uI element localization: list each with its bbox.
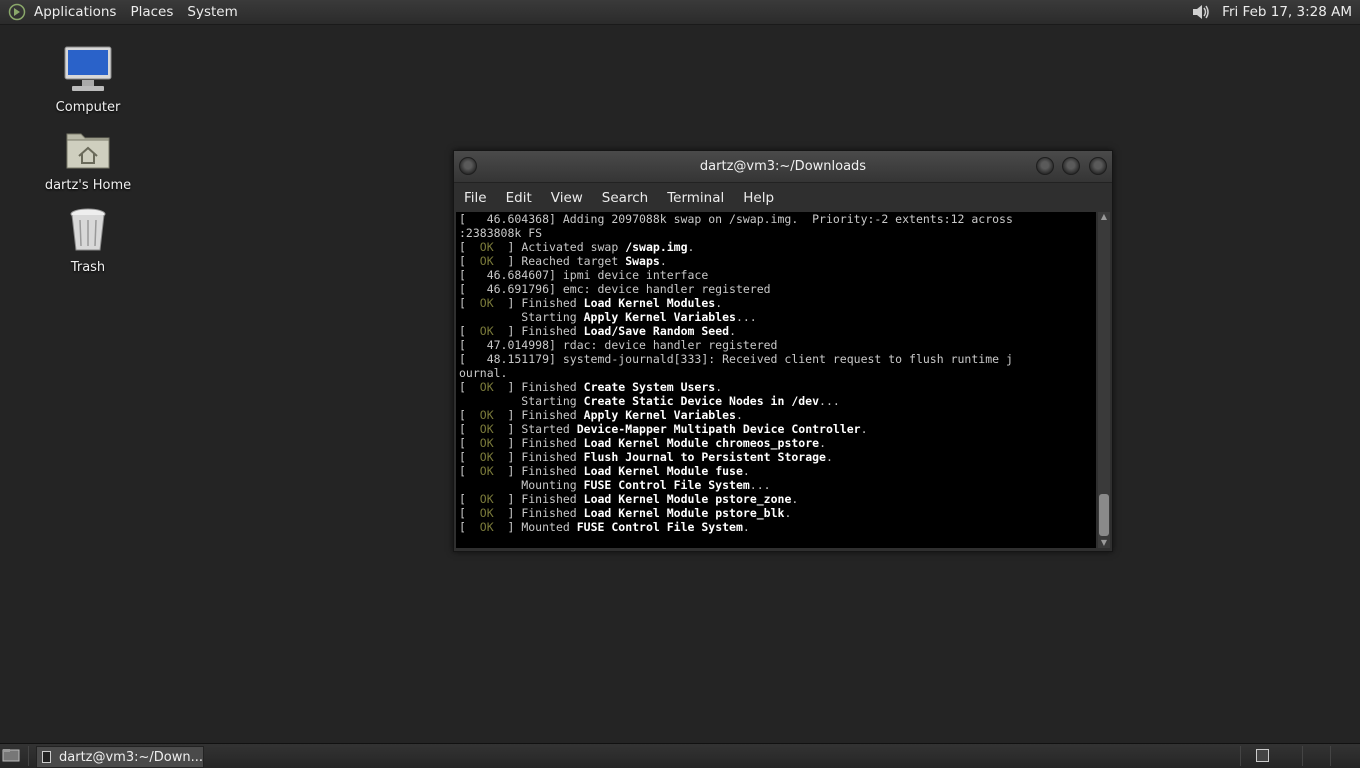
- terminal-line: [ OK ] Finished Load Kernel Module pstor…: [459, 492, 799, 506]
- volume-icon[interactable]: [1190, 2, 1212, 22]
- bottom-panel: dartz@vm3:~/Down...: [0, 743, 1360, 768]
- terminal-icon: [42, 751, 51, 763]
- terminal-text: [ 46.604368] Adding 2097088k swap on /sw…: [456, 212, 1096, 534]
- computer-icon: [64, 46, 112, 91]
- close-button[interactable]: [1089, 157, 1107, 175]
- terminal-line: [ OK ] Finished Create System Users.: [459, 380, 723, 394]
- terminal-output-area[interactable]: [ 46.604368] Adding 2097088k swap on /sw…: [456, 212, 1096, 548]
- taskbar-button-label: dartz@vm3:~/Down...: [59, 749, 203, 765]
- places-menu[interactable]: Places: [130, 4, 173, 20]
- terminal-line: [ OK ] Activated swap /swap.img.: [459, 240, 695, 254]
- maximize-button[interactable]: [1062, 157, 1080, 175]
- desktop-icon-computer[interactable]: Computer: [38, 46, 138, 115]
- top-panel: Applications Places System Fri Feb 17, 3…: [0, 0, 1360, 25]
- terminal-line: [ OK ] Finished Load Kernel Module chrom…: [459, 436, 826, 450]
- panel-separator: [1302, 746, 1303, 766]
- menu-view[interactable]: View: [551, 190, 583, 206]
- terminal-scrollbar[interactable]: ▲ ▼: [1098, 212, 1110, 548]
- workspace-switcher[interactable]: [1256, 749, 1269, 762]
- desktop-icon-trash[interactable]: Trash: [38, 206, 138, 275]
- terminal-line: [ 46.684607] ipmi device interface: [459, 268, 709, 282]
- terminal-line: [ 47.014998] rdac: device handler regist…: [459, 338, 778, 352]
- trash-icon: [70, 208, 106, 251]
- menu-file[interactable]: File: [464, 190, 487, 206]
- window-title: dartz@vm3:~/Downloads: [699, 159, 867, 174]
- terminal-line: [ OK ] Finished Apply Kernel Variables.: [459, 408, 743, 422]
- terminal-line: [ 48.151179] systemd-journald[333]: Rece…: [459, 352, 1013, 366]
- terminal-line: [ OK ] Reached target Swaps.: [459, 254, 667, 268]
- scroll-up-arrow-icon[interactable]: ▲: [1098, 212, 1110, 222]
- terminal-line: [ OK ] Finished Flush Journal to Persist…: [459, 450, 833, 464]
- taskbar-terminal-button[interactable]: dartz@vm3:~/Down...: [36, 746, 204, 768]
- terminal-line: [ 46.604368] Adding 2097088k swap on /sw…: [459, 212, 1013, 226]
- terminal-line: ournal.: [459, 366, 508, 380]
- menu-terminal[interactable]: Terminal: [667, 190, 724, 206]
- panel-separator: [1240, 746, 1241, 766]
- desktop-icon-label: Computer: [55, 100, 121, 115]
- system-menu[interactable]: System: [187, 4, 237, 20]
- terminal-line: [ 46.691796] emc: device handler registe…: [459, 282, 771, 296]
- desktop-icon-label: Trash: [70, 260, 106, 275]
- top-panel-tray: Fri Feb 17, 3:28 AM: [1190, 0, 1352, 24]
- terminal-line: Starting Apply Kernel Variables...: [459, 310, 757, 324]
- desktop-icon-home[interactable]: dartz's Home: [38, 128, 138, 193]
- terminal-line: [ OK ] Finished Load Kernel Module fuse.: [459, 464, 750, 478]
- terminal-line: [ OK ] Finished Load Kernel Modules.: [459, 296, 723, 310]
- applications-menu[interactable]: Applications: [34, 4, 116, 20]
- terminal-line: [ OK ] Finished Load/Save Random Seed.: [459, 324, 736, 338]
- scroll-down-arrow-icon[interactable]: ▼: [1098, 538, 1110, 548]
- terminal-line: [ OK ] Started Device-Mapper Multipath D…: [459, 422, 868, 436]
- scrollbar-thumb[interactable]: [1099, 494, 1109, 536]
- window-titlebar[interactable]: dartz@vm3:~/Downloads: [454, 151, 1112, 183]
- distro-logo-icon[interactable]: [8, 3, 26, 21]
- minimize-button[interactable]: [1036, 157, 1054, 175]
- terminal-line: [ OK ] Finished Load Kernel Module pstor…: [459, 506, 792, 520]
- menu-help[interactable]: Help: [743, 190, 774, 206]
- show-desktop-icon[interactable]: [2, 748, 20, 762]
- terminal-line: Mounting FUSE Control File System...: [459, 478, 771, 492]
- terminal-line: [ OK ] Mounted FUSE Control File System.: [459, 520, 750, 534]
- menu-edit[interactable]: Edit: [506, 190, 532, 206]
- terminal-window[interactable]: dartz@vm3:~/Downloads File Edit View Sea…: [453, 150, 1113, 552]
- panel-separator: [28, 746, 29, 766]
- terminal-line: Starting Create Static Device Nodes in /…: [459, 394, 840, 408]
- terminal-line: :2383808k FS: [459, 226, 543, 240]
- menu-search[interactable]: Search: [602, 190, 648, 206]
- panel-separator: [1330, 746, 1331, 766]
- terminal-menubar: File Edit View Search Terminal Help: [454, 183, 1112, 213]
- desktop-icon-label: dartz's Home: [44, 178, 132, 193]
- home-folder-icon: [66, 133, 110, 169]
- clock[interactable]: Fri Feb 17, 3:28 AM: [1222, 4, 1352, 20]
